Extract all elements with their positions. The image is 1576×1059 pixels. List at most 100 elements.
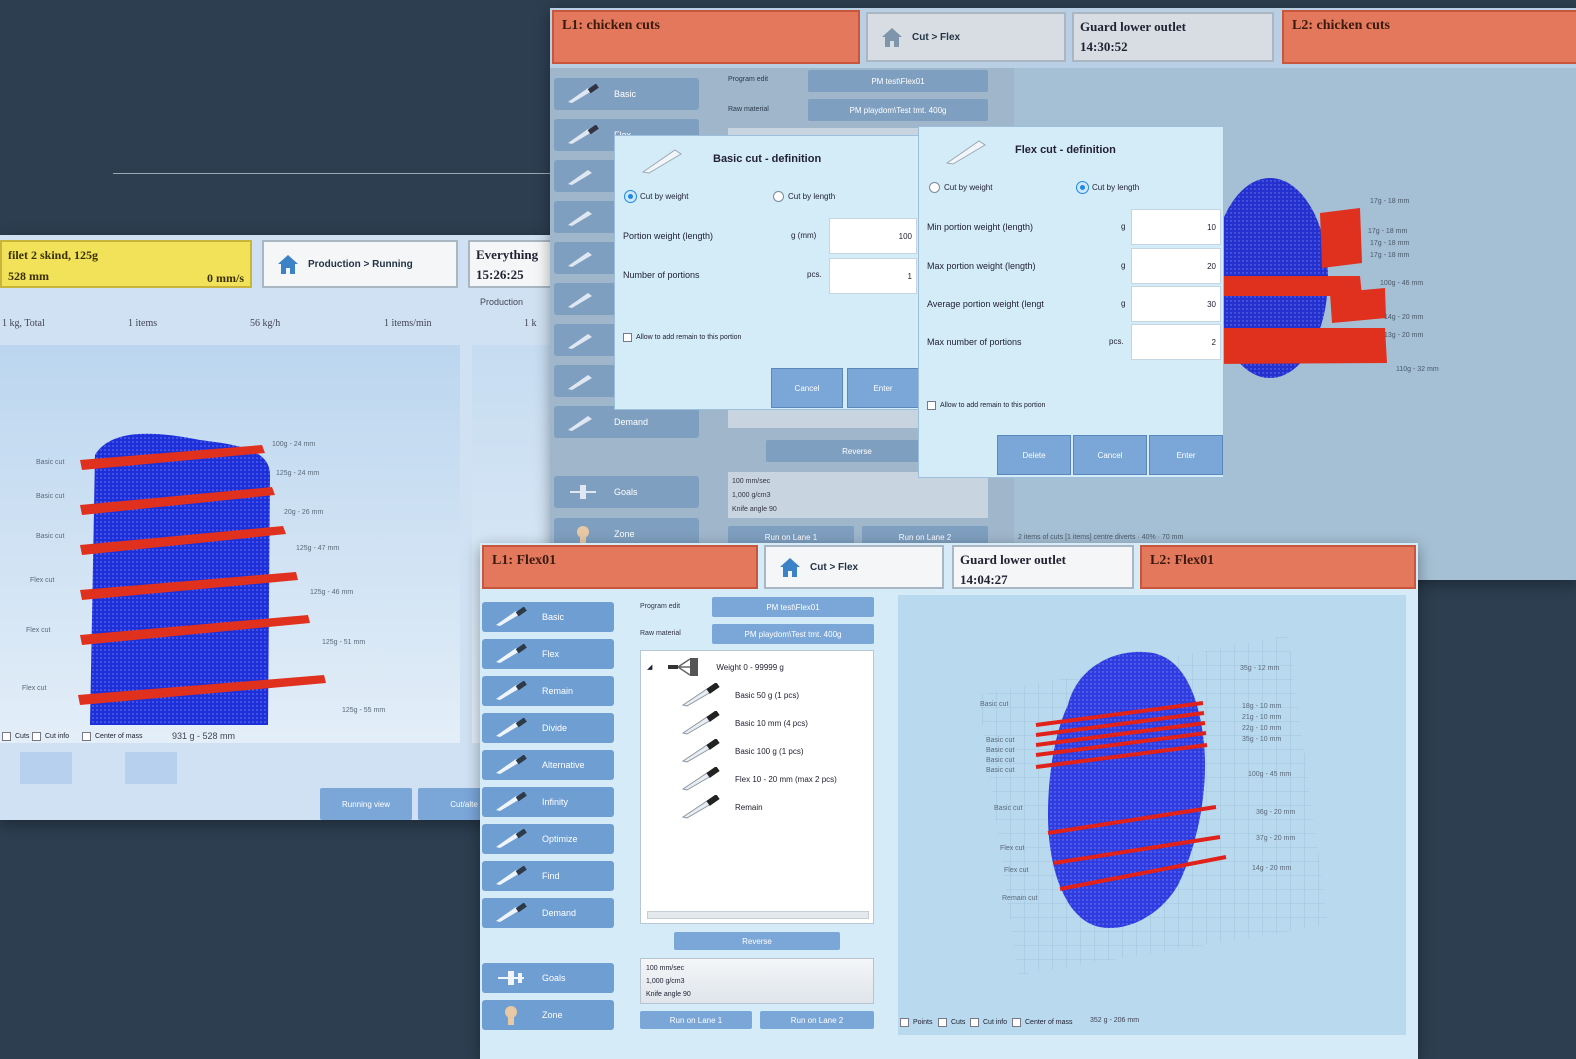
stat-total: 1 kg, Total: [2, 318, 45, 329]
side-button-flex[interactable]: Flex: [482, 639, 614, 669]
min-portion-input[interactable]: 10: [1131, 209, 1221, 245]
side-button-label: Zone: [614, 529, 635, 539]
cut-label: Flex cut: [1004, 867, 1029, 874]
cut-label: Basic cut: [36, 493, 65, 500]
checkbox-box: [938, 1018, 947, 1027]
avg-portion-unit: g: [1121, 299, 1126, 308]
portion-weight-input[interactable]: 100: [829, 218, 917, 254]
tree-root[interactable]: ◢ Weight 0 - 99999 g: [647, 657, 784, 677]
flex-enter-button[interactable]: Enter: [1149, 435, 1223, 475]
side-button-demand[interactable]: Demand: [482, 898, 614, 928]
weight-label: 35g - 10 mm: [1242, 736, 1282, 743]
center-mass-checkbox[interactable]: Center of mass: [82, 732, 142, 741]
side-button-label: Optimize: [542, 834, 578, 844]
checkbox-label: Cuts: [15, 733, 30, 740]
product-speed: 0 mm/s: [207, 271, 244, 285]
side-button-goals[interactable]: Goals: [482, 963, 614, 993]
checkbox-label: Allow to add remain to this portion: [940, 402, 1046, 409]
avg-portion-input[interactable]: 30: [1131, 286, 1221, 322]
breadcrumb[interactable]: Cut > Flex: [866, 12, 1066, 62]
tree-item-label: Basic 50 g (1 pcs): [735, 690, 800, 700]
cut-label: Flex cut: [30, 577, 55, 584]
center-mass-checkbox[interactable]: Center of mass: [1012, 1018, 1072, 1027]
flex-radio-weight[interactable]: Cut by weight: [929, 182, 992, 193]
points-checkbox[interactable]: Points: [900, 1018, 932, 1027]
breadcrumb[interactable]: Cut > Flex: [764, 545, 944, 589]
weight-label: 17g - 18 mm: [1370, 240, 1410, 247]
side-button-goals[interactable]: Goals: [554, 476, 699, 508]
side-button-zone[interactable]: Zone: [482, 1000, 614, 1030]
cut-info-checkbox[interactable]: Cut info: [32, 732, 69, 741]
side-button-demand[interactable]: Demand: [554, 406, 699, 438]
side-button-find[interactable]: Find: [482, 861, 614, 891]
side-button-basic[interactable]: Basic: [554, 78, 699, 110]
knife-icon: [568, 375, 592, 390]
clock-time: 15:26:25: [476, 267, 524, 282]
info-speed: 100 mm/sec: [646, 965, 685, 972]
cuts-checkbox[interactable]: Cuts: [938, 1018, 965, 1027]
basic-enter-button[interactable]: Enter: [847, 368, 919, 408]
radio-label: Cut by length: [1092, 183, 1140, 192]
guard-title: Guard lower outlet: [1080, 19, 1186, 34]
reverse-button[interactable]: Reverse: [674, 932, 840, 950]
side-button-alternative[interactable]: Alternative: [482, 750, 614, 780]
raw-material-field[interactable]: PM playdom\Test tmt. 400g: [808, 99, 988, 121]
max-portion-input[interactable]: 20: [1131, 248, 1221, 284]
basic-allow-remain-checkbox[interactable]: Allow to add remain to this portion: [623, 333, 741, 342]
side-button-optimize[interactable]: Optimize: [482, 824, 614, 854]
run-lane1-button[interactable]: Run on Lane 1: [640, 1011, 752, 1029]
basic-radio-weight[interactable]: Cut by weight: [625, 191, 688, 202]
fillet-3d-view: [78, 433, 326, 725]
weight-label: 36g - 20 mm: [1256, 809, 1296, 816]
run-lane2-button[interactable]: Run on Lane 2: [760, 1011, 874, 1029]
stat-items: 1 items: [128, 318, 158, 329]
knife-icon: [568, 125, 599, 144]
lane1-title: L1: chicken cuts: [552, 10, 860, 64]
max-number-input[interactable]: 2: [1131, 324, 1221, 360]
side-button-remain[interactable]: Remain: [482, 676, 614, 706]
raw-material-label: Raw material: [728, 106, 769, 113]
nav-button-1[interactable]: [20, 752, 72, 784]
flex-delete-button[interactable]: Delete: [997, 435, 1071, 475]
cuts-checkbox[interactable]: Cuts: [2, 732, 29, 741]
weight-label: 125g - 55 mm: [342, 707, 386, 714]
weight-label: 125g - 51 mm: [322, 639, 366, 646]
horizontal-scrollbar[interactable]: [647, 911, 869, 919]
program-field[interactable]: PM test\Flex01: [712, 597, 874, 617]
flex-allow-remain-checkbox[interactable]: Allow to add remain to this portion: [927, 401, 1045, 410]
basic-cancel-button[interactable]: Cancel: [771, 368, 843, 408]
running-view-button[interactable]: Running view: [320, 788, 412, 820]
side-button-infinity[interactable]: Infinity: [482, 787, 614, 817]
side-button-divide[interactable]: Divide: [482, 713, 614, 743]
info-knife-angle: Knife angle 90: [646, 991, 691, 998]
raw-material-field[interactable]: PM playdom\Test tmt. 400g: [712, 624, 874, 644]
nav-button-2[interactable]: [125, 752, 177, 784]
flex-cancel-button[interactable]: Cancel: [1073, 435, 1147, 475]
tree-item[interactable]: Flex 10 - 20 mm (max 2 pcs): [681, 767, 837, 791]
number-portions-input[interactable]: 1: [829, 258, 917, 294]
program-field[interactable]: PM test\Flex01: [808, 70, 988, 92]
knife-icon: [496, 607, 527, 626]
tree-item[interactable]: Basic 10 mm (4 pcs): [681, 711, 808, 735]
max-portion-unit: g: [1121, 261, 1126, 270]
breadcrumb[interactable]: Production > Running: [262, 240, 458, 288]
tree-item[interactable]: Remain: [681, 795, 763, 819]
tree-item[interactable]: Basic 100 g (1 pcs): [681, 739, 803, 763]
weight-label: 100g - 46 mm: [1380, 280, 1424, 287]
checkbox-label: Allow to add remain to this portion: [636, 334, 742, 341]
hand-icon: [505, 1006, 517, 1025]
product-header: filet 2 skind, 125g 528 mm 0 mm/s: [0, 240, 252, 288]
guard-time: 14:30:52: [1080, 39, 1128, 54]
tree-item[interactable]: Basic 50 g (1 pcs): [681, 683, 799, 707]
basic-radio-length[interactable]: Cut by length: [773, 191, 835, 202]
side-button-basic[interactable]: Basic: [482, 602, 614, 632]
checkbox-label: Cuts: [951, 1019, 966, 1026]
radio-dot: [625, 191, 636, 202]
flex-radio-length[interactable]: Cut by length: [1077, 182, 1139, 193]
checkbox-label: Points: [913, 1019, 933, 1026]
cut-info-checkbox[interactable]: Cut info: [970, 1018, 1007, 1027]
knife-icon: [568, 84, 599, 103]
flex-3d-view: [978, 635, 1328, 975]
cut-label: Remain cut: [1002, 895, 1038, 902]
weight-label: 22g - 10 mm: [1242, 725, 1282, 732]
